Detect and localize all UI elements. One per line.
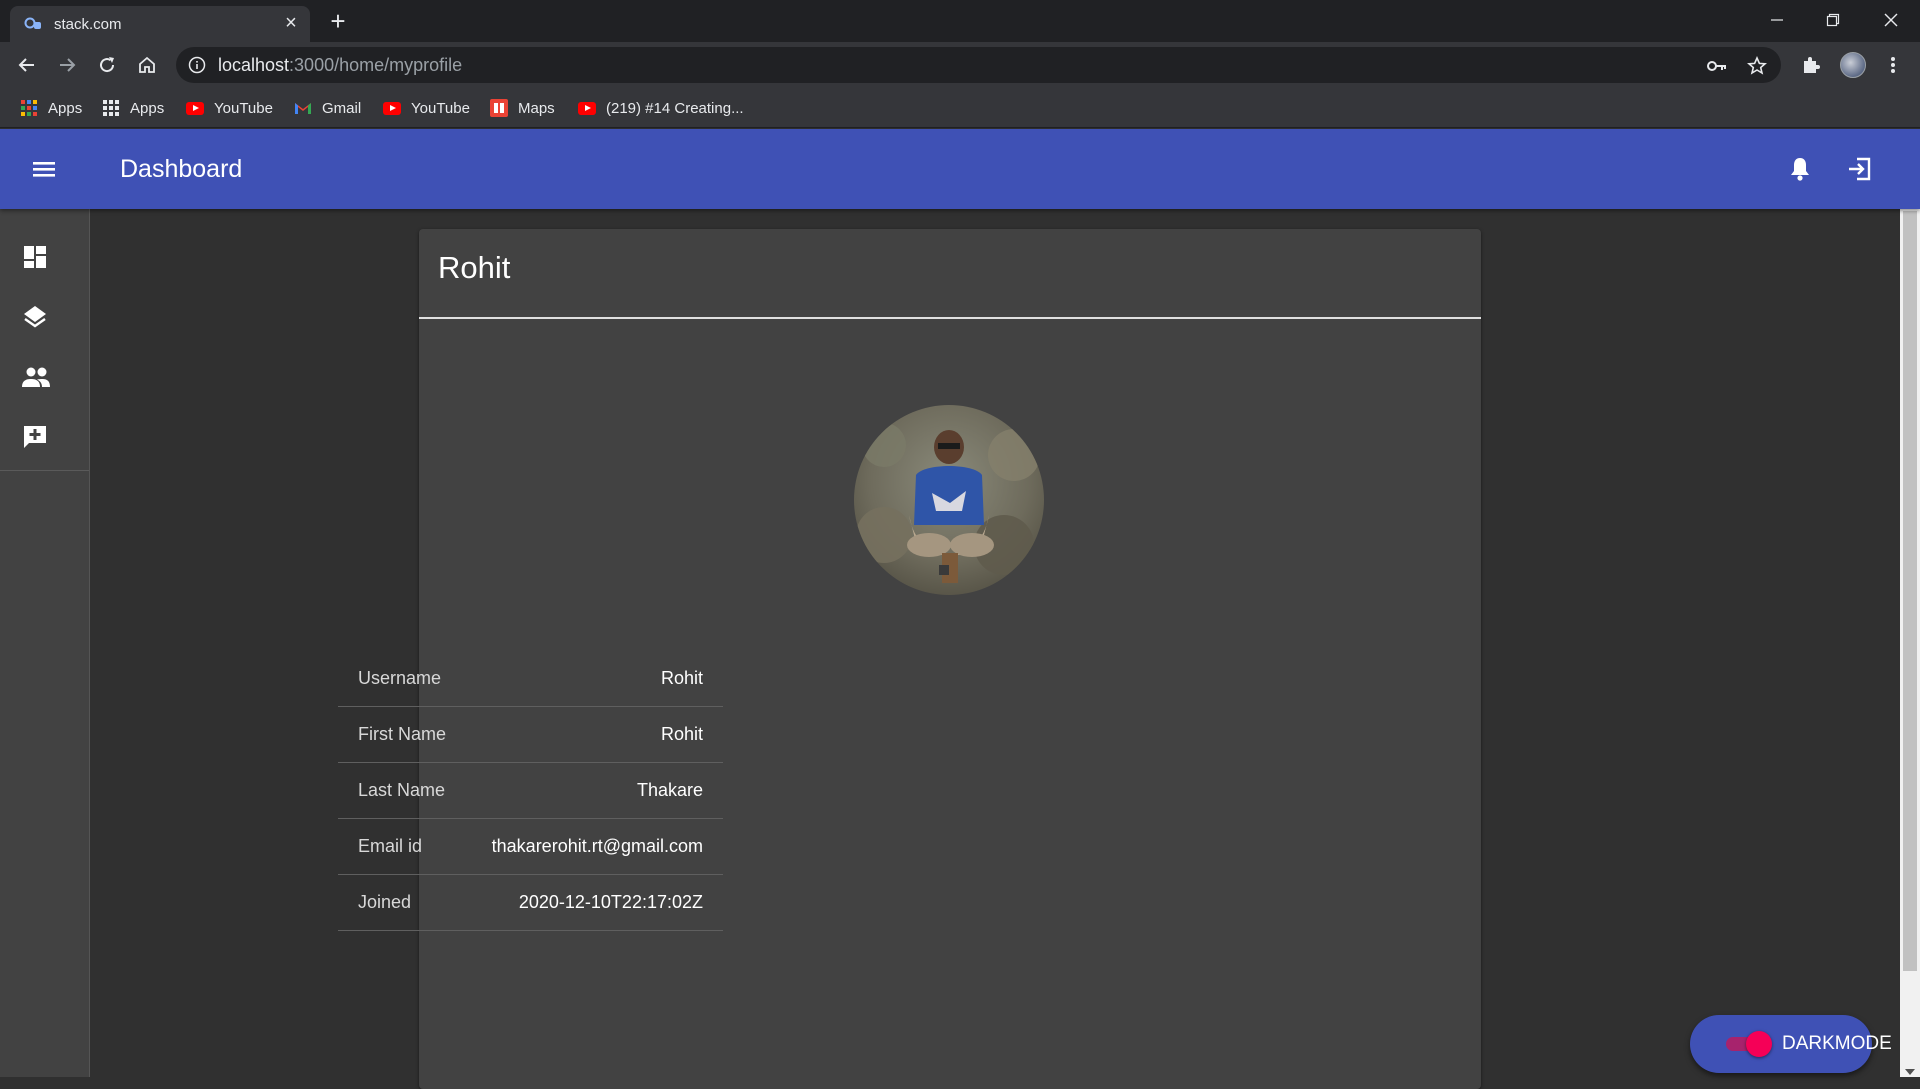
address-bar[interactable]: localhost:3000/home/myprofile — [176, 47, 1781, 83]
table-row: Last Name Thakare — [338, 763, 723, 819]
darkmode-switch-thumb[interactable] — [1746, 1031, 1772, 1057]
field-value: Thakare — [636, 780, 703, 800]
hamburger-menu-icon[interactable] — [28, 155, 60, 183]
sidebar-item-add-comment[interactable] — [0, 407, 90, 467]
youtube-icon — [186, 101, 204, 115]
scrollbar-thumb[interactable] — [1903, 211, 1917, 971]
apps-grid-icon — [103, 100, 119, 116]
forward-arrow-icon[interactable] — [52, 50, 82, 80]
scroll-down-arrow-icon[interactable] — [1905, 1069, 1915, 1075]
profile-avatar-icon[interactable] — [1838, 50, 1868, 80]
youtube-icon — [578, 101, 596, 115]
sidebar-item-people[interactable] — [0, 347, 90, 407]
page-scrollbar[interactable] — [1900, 209, 1920, 1077]
bookmark-label: Maps — [518, 99, 555, 117]
bookmark-label: Apps — [130, 99, 165, 117]
darkmode-label: DARKMODE — [1782, 1033, 1892, 1054]
bookmark-label: (219) #14 Creating... — [606, 99, 744, 117]
darkmode-toggle-button[interactable]: DARKMODE — [1690, 1015, 1892, 1073]
field-value: thakarerohit.rt@gmail.com — [491, 836, 703, 856]
bookmark-star-icon[interactable] — [1746, 55, 1768, 77]
profile-card-header: Rohit — [419, 229, 1481, 319]
minimize-window-icon[interactable] — [1754, 4, 1800, 36]
bookmark-apps[interactable]: Apps — [102, 96, 164, 120]
field-value: Rohit — [660, 724, 703, 744]
table-row: First Name Rohit — [338, 707, 723, 763]
bookmark-label: Apps — [48, 99, 83, 117]
close-tab-icon[interactable]: × — [280, 12, 302, 34]
bookmark-label: YouTube — [411, 99, 470, 117]
site-favicon-icon — [24, 17, 41, 29]
youtube-icon — [383, 101, 401, 115]
apps-grid-colored-icon — [21, 100, 37, 116]
field-label: Username — [358, 668, 442, 688]
key-icon[interactable] — [1706, 55, 1728, 77]
table-row: Email id thakarerohit.rt@gmail.com — [338, 819, 723, 875]
restore-window-icon[interactable] — [1810, 4, 1856, 36]
site-info-icon[interactable] — [188, 56, 206, 74]
sidebar-nav-list — [0, 209, 89, 471]
field-value: Rohit — [660, 668, 703, 688]
table-row: Username Rohit — [338, 651, 723, 707]
more-menu-icon[interactable] — [1878, 50, 1908, 80]
reload-icon[interactable] — [92, 50, 122, 80]
logout-exit-icon[interactable] — [1842, 151, 1878, 187]
table-row: Joined 2020-12-10T22:17:02Z — [338, 875, 723, 931]
field-label: Email id — [358, 836, 423, 856]
people-icon — [22, 367, 50, 387]
avatar — [854, 405, 1044, 595]
field-label: First Name — [358, 724, 447, 744]
notifications-bell-icon[interactable] — [1782, 151, 1818, 187]
bookmark-apps-colored[interactable]: Apps — [20, 96, 82, 120]
add-comment-icon — [24, 426, 46, 448]
bookmark-youtube-video[interactable]: (219) #14 Creating... — [578, 96, 744, 120]
maps-icon — [490, 99, 508, 117]
browser-toolbar: localhost:3000/home/myprofile — [0, 42, 1920, 88]
sidebar-item-dashboard[interactable] — [0, 227, 90, 287]
browser-tab[interactable]: stack.com × — [10, 6, 310, 42]
profile-card-title: Rohit — [438, 250, 511, 285]
browser-tabstrip: stack.com × + — [0, 0, 1920, 42]
url-text: localhost:3000/home/myprofile — [218, 55, 463, 75]
bookmark-maps[interactable]: Maps — [490, 96, 555, 120]
sidebar — [0, 209, 90, 1077]
bookmark-youtube[interactable]: YouTube — [186, 96, 273, 120]
extensions-puzzle-icon[interactable] — [1796, 50, 1826, 80]
field-label: Joined — [358, 892, 412, 912]
close-window-icon[interactable] — [1868, 4, 1914, 36]
home-icon[interactable] — [132, 50, 162, 80]
field-label: Last Name — [358, 780, 446, 800]
bookmark-label: Gmail — [322, 99, 362, 117]
bookmark-label: YouTube — [214, 99, 273, 117]
gmail-icon — [295, 103, 311, 114]
layers-icon — [24, 306, 46, 328]
profile-details-table: Username Rohit First Name Rohit Last Nam… — [338, 651, 723, 931]
page-title: Dashboard — [120, 155, 243, 183]
back-arrow-icon[interactable] — [12, 50, 42, 80]
sidebar-item-layers[interactable] — [0, 287, 90, 347]
new-tab-icon[interactable]: + — [324, 6, 352, 36]
bookmarks-bar: Apps Apps YouTube Gmail YouTube Maps (21… — [0, 88, 1920, 128]
bookmark-youtube-2[interactable]: YouTube — [383, 96, 470, 120]
bookmark-gmail[interactable]: Gmail — [294, 96, 361, 120]
tab-title: stack.com — [54, 16, 122, 33]
field-value: 2020-12-10T22:17:02Z — [518, 892, 703, 912]
app-bar: Dashboard — [0, 129, 1920, 209]
dashboard-icon — [24, 246, 46, 268]
